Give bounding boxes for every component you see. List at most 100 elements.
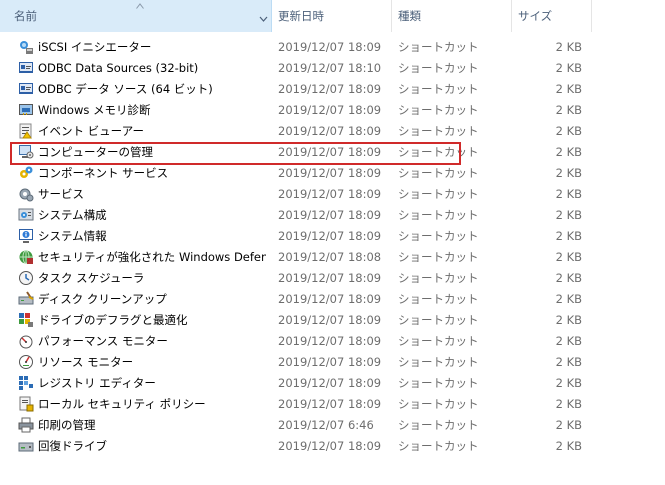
file-name: セキュリティが強化された Windows Defender... bbox=[38, 250, 266, 264]
registry-editor-icon bbox=[18, 375, 34, 391]
file-size: 2 KB bbox=[555, 103, 582, 117]
file-size: 2 KB bbox=[555, 61, 582, 75]
file-date: 2019/12/07 18:09 bbox=[278, 103, 382, 117]
file-row[interactable]: ODBC データ ソース (64 ビット) 2019/12/07 18:09 ショー… bbox=[0, 79, 592, 100]
file-row[interactable]: セキュリティが強化された Windows Defender... 2019/12/… bbox=[0, 247, 592, 268]
file-name: 印刷の管理 bbox=[38, 418, 96, 432]
file-type: ショートカット bbox=[398, 271, 479, 285]
file-type: ショートカット bbox=[398, 82, 479, 96]
sort-ascending-icon bbox=[136, 3, 144, 9]
file-type: ショートカット bbox=[398, 124, 479, 138]
file-row[interactable]: 印刷の管理 2019/12/07 6:46 ショートカット 2 KB bbox=[0, 415, 592, 436]
file-size: 2 KB bbox=[555, 439, 582, 453]
file-name: サービス bbox=[38, 187, 84, 201]
file-type: ショートカット bbox=[398, 250, 479, 264]
file-size: 2 KB bbox=[555, 124, 582, 138]
file-date: 2019/12/07 18:09 bbox=[278, 355, 382, 369]
defender-firewall-icon bbox=[18, 249, 34, 265]
column-header-type-label: 種類 bbox=[398, 9, 421, 23]
file-type: ショートカット bbox=[398, 208, 479, 222]
file-row[interactable]: ドライブのデフラグと最適化 2019/12/07 18:09 ショートカット 2 KB bbox=[0, 310, 592, 331]
file-row[interactable]: iSCSI イニシエーター 2019/12/07 18:09 ショートカット 2 KB bbox=[0, 37, 592, 58]
file-date: 2019/12/07 18:09 bbox=[278, 82, 382, 96]
file-date: 2019/12/07 6:46 bbox=[278, 418, 374, 432]
file-size: 2 KB bbox=[555, 40, 582, 54]
file-row[interactable]: Windows メモリ診断 2019/12/07 18:09 ショートカット 2 KB bbox=[0, 100, 592, 121]
performance-monitor-icon bbox=[18, 333, 34, 349]
file-row[interactable]: イベント ビューアー 2019/12/07 18:09 ショートカット 2 KB bbox=[0, 121, 592, 142]
file-row[interactable]: システム情報 2019/12/07 18:09 ショートカット 2 KB bbox=[0, 226, 592, 247]
file-type: ショートカット bbox=[398, 229, 479, 243]
odbc-icon bbox=[18, 81, 34, 97]
file-row[interactable]: サービス 2019/12/07 18:09 ショートカット 2 KB bbox=[0, 184, 592, 205]
file-date: 2019/12/07 18:09 bbox=[278, 376, 382, 390]
file-size: 2 KB bbox=[555, 187, 582, 201]
file-date: 2019/12/07 18:09 bbox=[278, 334, 382, 348]
column-header-type[interactable]: 種類 bbox=[392, 0, 512, 32]
file-row[interactable]: タスク スケジューラ 2019/12/07 18:09 ショートカット 2 KB bbox=[0, 268, 592, 289]
file-name: リソース モニター bbox=[38, 355, 134, 369]
file-size: 2 KB bbox=[555, 313, 582, 327]
file-row[interactable]: システム構成 2019/12/07 18:09 ショートカット 2 KB bbox=[0, 205, 592, 226]
file-name: ODBC Data Sources (32-bit) bbox=[38, 61, 199, 75]
file-row[interactable]: パフォーマンス モニター 2019/12/07 18:09 ショートカット 2 KB bbox=[0, 331, 592, 352]
column-header-size-label: サイズ bbox=[518, 9, 553, 23]
file-size: 2 KB bbox=[555, 397, 582, 411]
file-name: レジストリ エディター bbox=[38, 376, 156, 390]
file-size: 2 KB bbox=[555, 376, 582, 390]
file-name: システム構成 bbox=[38, 208, 107, 222]
defrag-icon bbox=[18, 312, 34, 328]
file-date: 2019/12/07 18:09 bbox=[278, 313, 382, 327]
file-type: ショートカット bbox=[398, 166, 479, 180]
file-name: コンポーネント サービス bbox=[38, 166, 169, 180]
column-filter-chevron-down-icon[interactable] bbox=[259, 12, 268, 22]
file-type: ショートカット bbox=[398, 376, 479, 390]
file-row[interactable]: レジストリ エディター 2019/12/07 18:09 ショートカット 2 KB bbox=[0, 373, 592, 394]
print-management-icon bbox=[18, 417, 34, 433]
file-row[interactable]: ディスク クリーンアップ 2019/12/07 18:09 ショートカット 2 KB bbox=[0, 289, 592, 310]
file-name: システム情報 bbox=[38, 229, 107, 243]
file-date: 2019/12/07 18:09 bbox=[278, 271, 382, 285]
highlight-box bbox=[10, 142, 461, 165]
system-configuration-icon bbox=[18, 207, 34, 223]
file-type: ショートカット bbox=[398, 187, 479, 201]
component-services-icon bbox=[18, 165, 34, 181]
file-row[interactable]: 回復ドライブ 2019/12/07 18:09 ショートカット 2 KB bbox=[0, 436, 592, 457]
column-header-size[interactable]: サイズ bbox=[512, 0, 592, 32]
file-name: ドライブのデフラグと最適化 bbox=[38, 313, 188, 327]
file-row[interactable]: コンポーネント サービス 2019/12/07 18:09 ショートカット 2 KB bbox=[0, 163, 592, 184]
file-size: 2 KB bbox=[555, 229, 582, 243]
file-row[interactable]: ローカル セキュリティ ポリシー 2019/12/07 18:09 ショートカット 2… bbox=[0, 394, 592, 415]
file-name: Windows メモリ診断 bbox=[38, 103, 151, 117]
column-header: 名前 更新日時 種類 サイズ bbox=[0, 0, 592, 32]
file-type: ショートカット bbox=[398, 418, 479, 432]
file-type: ショートカット bbox=[398, 313, 479, 327]
file-name: 回復ドライブ bbox=[38, 439, 107, 453]
file-size: 2 KB bbox=[555, 166, 582, 180]
file-date: 2019/12/07 18:09 bbox=[278, 292, 382, 306]
file-type: ショートカット bbox=[398, 334, 479, 348]
task-scheduler-icon bbox=[18, 270, 34, 286]
file-size: 2 KB bbox=[555, 145, 582, 159]
file-row[interactable]: リソース モニター 2019/12/07 18:09 ショートカット 2 KB bbox=[0, 352, 592, 373]
file-name: タスク スケジューラ bbox=[38, 271, 145, 285]
iscsi-initiator-icon bbox=[18, 39, 34, 55]
file-date: 2019/12/07 18:08 bbox=[278, 250, 382, 264]
file-name: ディスク クリーンアップ bbox=[38, 292, 167, 306]
file-name: ODBC データ ソース (64 ビット) bbox=[38, 82, 213, 96]
file-row[interactable]: ODBC Data Sources (32-bit) 2019/12/07 18:… bbox=[0, 58, 592, 79]
file-type: ショートカット bbox=[398, 292, 479, 306]
file-size: 2 KB bbox=[555, 271, 582, 285]
file-size: 2 KB bbox=[555, 250, 582, 264]
file-size: 2 KB bbox=[555, 292, 582, 306]
file-type: ショートカット bbox=[398, 103, 479, 117]
column-header-date[interactable]: 更新日時 bbox=[272, 0, 392, 32]
resource-monitor-icon bbox=[18, 354, 34, 370]
file-name: パフォーマンス モニター bbox=[38, 334, 168, 348]
file-date: 2019/12/07 18:09 bbox=[278, 40, 382, 54]
file-size: 2 KB bbox=[555, 355, 582, 369]
file-type: ショートカット bbox=[398, 355, 479, 369]
file-type: ショートカット bbox=[398, 439, 479, 453]
file-date: 2019/12/07 18:09 bbox=[278, 166, 382, 180]
file-size: 2 KB bbox=[555, 334, 582, 348]
